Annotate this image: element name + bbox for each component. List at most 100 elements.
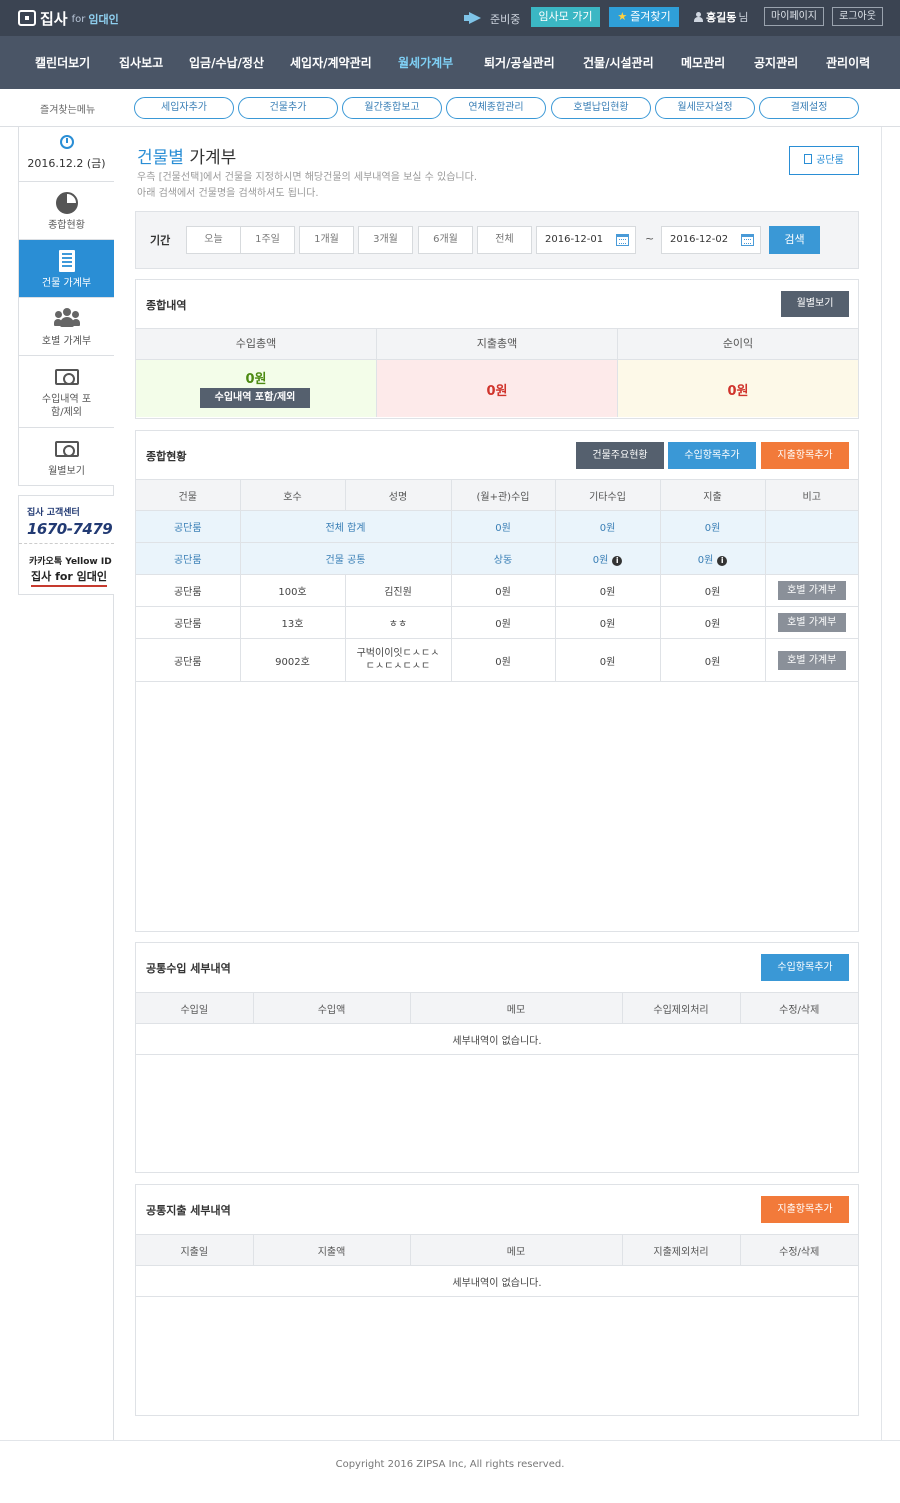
sidebar-item-label: 건물 가계부 — [41, 278, 92, 289]
add-income-button[interactable]: 수입항목추가 — [668, 442, 756, 469]
column-header: (월+관)수입 — [450, 479, 556, 511]
sidebar-item-label: 종합현황 — [48, 220, 85, 231]
column-header: 메모 — [409, 1234, 623, 1266]
empty-message: 세부내역이 없습니다. — [136, 1023, 858, 1055]
go-community-button[interactable]: 임사모 가기 — [531, 7, 600, 27]
sidebar-item-income-toggle[interactable]: 수입내역 포함/제외 — [19, 356, 114, 428]
nav-calendar[interactable]: 캘린더보기 — [35, 54, 90, 71]
range-1week-button[interactable]: 1주일 — [240, 226, 295, 254]
income-total-cell: 0원 수입내역 포함/제외 — [136, 360, 377, 417]
unit-ledger-button[interactable]: 호별 가계부 — [777, 613, 846, 632]
right-border — [881, 127, 882, 1440]
empty-message: 세부내역이 없습니다. — [136, 1265, 858, 1297]
column-header: 기타수입 — [554, 479, 661, 511]
tenant-name-line: ㄷㅅㄷㅅㄷㅅㄷ — [365, 661, 431, 672]
fav-overdue[interactable]: 연체종합관리 — [446, 97, 546, 119]
common-add-income-button[interactable]: 수입항목추가 — [761, 954, 849, 981]
fav-add-building[interactable]: 건물추가 — [238, 97, 338, 119]
customer-center-banner[interactable]: 집사 고객센터 1670-7479 카카오톡 Yellow ID 집사 for … — [18, 495, 114, 595]
info-icon[interactable]: i — [612, 556, 623, 566]
overview-table: 건물 호수 성명 (월+관)수입 기타수입 지출 비고 공단룸 전체 합계 0원… — [136, 479, 858, 682]
main-nav: 캘린더보기 집사보고 입금/수납/정산 세입자/계약관리 월세가계부 퇴거/공실… — [0, 36, 900, 89]
fav-sms-settings[interactable]: 월세문자설정 — [655, 97, 755, 119]
page-description-2: 아래 검색에서 건물명을 검색하셔도 됩니다. — [137, 188, 319, 199]
logo-for: for — [71, 13, 86, 25]
building-select-label: 공단룸 — [816, 155, 844, 166]
nav-report[interactable]: 집사보고 — [119, 54, 163, 71]
nav-vacancy[interactable]: 퇴거/공실관리 — [484, 54, 555, 71]
sidebar-item-overview[interactable]: 종합현황 — [19, 182, 114, 240]
table-cell: 9002호 — [239, 638, 346, 682]
start-date-value: 2016-12-01 — [545, 234, 604, 245]
table-cell: 0원 — [450, 638, 556, 682]
table-cell: 건물 공통 — [239, 542, 452, 575]
expense-total-cell: 0원 — [377, 360, 618, 417]
empty-row: 세부내역이 없습니다. — [136, 1023, 858, 1055]
table-cell: 0원 — [450, 574, 556, 607]
add-expense-button[interactable]: 지출항목추가 — [761, 442, 849, 469]
table-cell: 0원 — [659, 606, 766, 639]
range-6month-button[interactable]: 6개월 — [418, 226, 473, 254]
favorites-button[interactable]: ★ 즐겨찾기 — [609, 7, 679, 27]
income-toggle-button[interactable]: 수입내역 포함/제외 — [200, 388, 310, 408]
calendar-icon[interactable] — [616, 234, 629, 246]
summary-title: 종합내역 — [146, 299, 187, 312]
copyright: Copyright 2016 ZIPSA Inc, All rights res… — [335, 1459, 565, 1470]
nav-notice[interactable]: 공지관리 — [754, 54, 798, 71]
building-select-button[interactable]: 공단룸 — [789, 146, 859, 175]
fav-unit-payment[interactable]: 호별납입현황 — [551, 97, 651, 119]
unit-ledger-button[interactable]: 호별 가계부 — [777, 581, 846, 600]
table-cell: 0원 — [554, 606, 661, 639]
building-status-button[interactable]: 건물주요현황 — [576, 442, 664, 469]
nav-history[interactable]: 관리이력 — [826, 54, 870, 71]
table-cell — [764, 542, 858, 575]
summary-panel: 종합내역 월별보기 수입총액 지출총액 순이익 0원 수입내역 포함/제외 0원… — [135, 279, 859, 419]
date-separator: ~ — [645, 232, 655, 245]
table-cell: 0원 i — [554, 542, 661, 575]
column-header: 지출일 — [136, 1234, 254, 1266]
calendar-icon[interactable] — [741, 234, 754, 246]
range-1month-button[interactable]: 1개월 — [299, 226, 354, 254]
info-icon[interactable]: i — [717, 556, 728, 566]
logo-sub: 임대인 — [88, 13, 119, 26]
monthly-view-button[interactable]: 월별보기 — [781, 291, 849, 317]
sidebar-item-unit-ledger[interactable]: 호별 가계부 — [19, 298, 114, 356]
range-3month-button[interactable]: 3개월 — [358, 226, 413, 254]
column-header: 수정/삭제 — [739, 1234, 858, 1266]
common-add-expense-button[interactable]: 지출항목추가 — [761, 1196, 849, 1223]
empty-row: 세부내역이 없습니다. — [136, 1265, 858, 1297]
fav-monthly-report[interactable]: 월간종합보고 — [342, 97, 442, 119]
common-expense-panel: 공통지출 세부내역 지출항목추가 지출일 지출액 메모 지출제외처리 수정/삭제… — [135, 1184, 859, 1416]
nav-building[interactable]: 건물/시설관리 — [583, 54, 654, 71]
sidebar-item-building-ledger[interactable]: 건물 가계부 — [19, 240, 114, 298]
nav-tenant[interactable]: 세입자/계약관리 — [290, 54, 372, 71]
fav-add-tenant[interactable]: 세입자추가 — [134, 97, 234, 119]
logout-button[interactable]: 로그아웃 — [832, 7, 883, 26]
document-icon — [804, 154, 813, 164]
nav-deposit[interactable]: 입금/수납/정산 — [189, 54, 264, 71]
table-cell: 공단룸 — [136, 606, 241, 639]
period-label: 기간 — [150, 234, 171, 247]
range-today-button[interactable]: 오늘 — [186, 226, 241, 254]
sidebar-item-monthly[interactable]: 월별보기 — [19, 428, 114, 486]
user-icon — [693, 12, 703, 22]
mypage-button[interactable]: 마이페이지 — [764, 7, 824, 26]
sidebar-item-label: 월별보기 — [48, 466, 85, 477]
end-date-field[interactable]: 2016-12-02 — [661, 226, 761, 254]
table-cell: 공단룸 — [136, 510, 241, 543]
start-date-field[interactable]: 2016-12-01 — [536, 226, 636, 254]
fav-payment-settings[interactable]: 결제설정 — [759, 97, 859, 119]
logo-main: 집사 — [40, 9, 68, 28]
sidebar-date: 2016.12.2 (금) — [19, 127, 114, 182]
nav-memo[interactable]: 메모관리 — [681, 54, 725, 71]
logo[interactable]: 집사 for 임대인 — [18, 8, 119, 28]
tenant-name-line: 구벅이이잇ㄷㅅㄷㅅ — [356, 648, 440, 659]
range-all-button[interactable]: 전체 — [477, 226, 532, 254]
unit-ledger-button[interactable]: 호별 가계부 — [777, 650, 846, 670]
nav-ledger[interactable]: 월세가계부 — [398, 54, 453, 71]
column-header: 건물 — [136, 479, 241, 511]
net-profit-header: 순이익 — [722, 337, 754, 350]
search-button[interactable]: 검색 — [769, 226, 820, 254]
user-info: 홍길동 님 — [693, 9, 749, 25]
end-date-value: 2016-12-02 — [670, 234, 729, 245]
